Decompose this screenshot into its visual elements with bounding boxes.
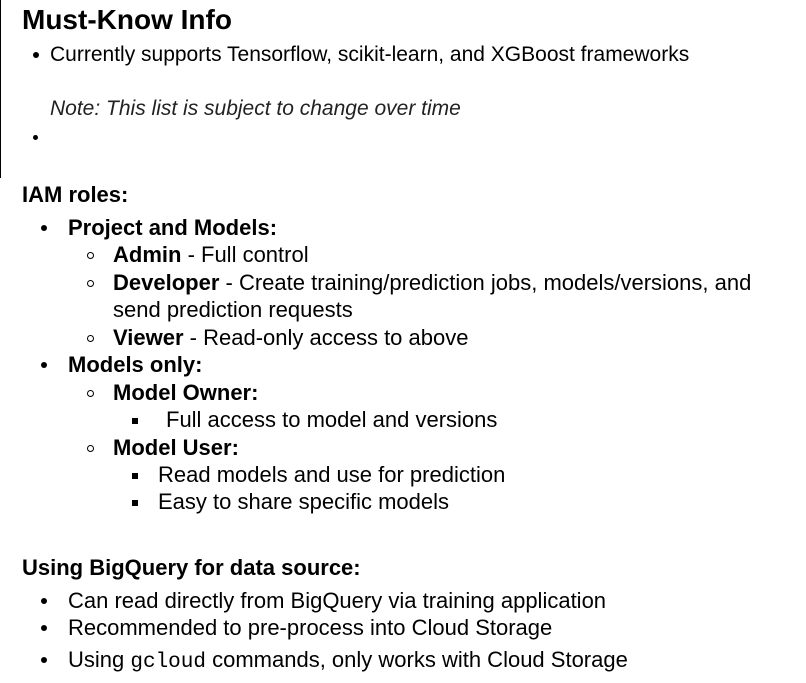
frameworks-bullet: Currently supports Tensorflow, scikit-le… (50, 43, 690, 66)
role-developer: Developer - Create training/prediction j… (113, 269, 751, 296)
bullet-icon (41, 362, 47, 368)
project-models-label: Project and Models: (68, 215, 278, 240)
circle-bullet-icon (87, 445, 94, 452)
role-viewer: Viewer - Read-only access to above (113, 324, 468, 351)
model-owner-label: Model Owner: (113, 380, 259, 405)
square-bullet-icon (132, 418, 138, 424)
bigquery-item: Recommended to pre-process into Cloud St… (68, 615, 553, 640)
bigquery-item: Can read directly from BigQuery via trai… (68, 588, 607, 613)
bullet-icon (41, 598, 47, 604)
user-item: Read models and use for prediction (158, 462, 506, 487)
role-desc: - Read-only access to above (183, 325, 469, 350)
square-bullet-icon (132, 473, 138, 479)
gcloud-prefix: Using (68, 647, 131, 672)
circle-bullet-icon (87, 390, 94, 397)
role-developer-cont: send prediction requests (113, 297, 353, 322)
circle-bullet-icon (87, 252, 94, 259)
models-only-label: Models only: (68, 352, 203, 377)
model-user-label: Model User: (113, 435, 239, 460)
gcloud-code: gcloud (130, 651, 206, 674)
bullet-icon (41, 625, 47, 631)
bullet-icon (41, 657, 47, 663)
page-title: Must-Know Info (22, 4, 232, 35)
circle-bullet-icon (87, 335, 94, 342)
user-item: Easy to share specific models (158, 489, 450, 514)
role-name: Developer (113, 270, 220, 295)
gcloud-suffix: commands, only works with Cloud Storage (205, 647, 628, 672)
iam-heading: IAM roles: (22, 182, 129, 207)
empty-bullet-icon (33, 135, 38, 140)
gcloud-item: Using gcloud commands, only works with C… (68, 646, 628, 676)
left-border (0, 0, 1, 178)
role-desc: - Full control (181, 242, 309, 267)
square-bullet-icon (132, 500, 138, 506)
role-name: Admin (113, 242, 182, 267)
owner-item: Full access to model and versions (166, 407, 498, 432)
note-text: Note: This list is subject to change ove… (50, 97, 461, 120)
bigquery-heading: Using BigQuery for data source: (22, 555, 361, 580)
role-name: Viewer (113, 325, 184, 350)
role-desc: - Create training/prediction jobs, model… (219, 270, 752, 295)
bullet-icon (33, 52, 39, 58)
bullet-icon (41, 225, 47, 231)
circle-bullet-icon (87, 280, 94, 287)
role-admin: Admin - Full control (113, 241, 309, 268)
